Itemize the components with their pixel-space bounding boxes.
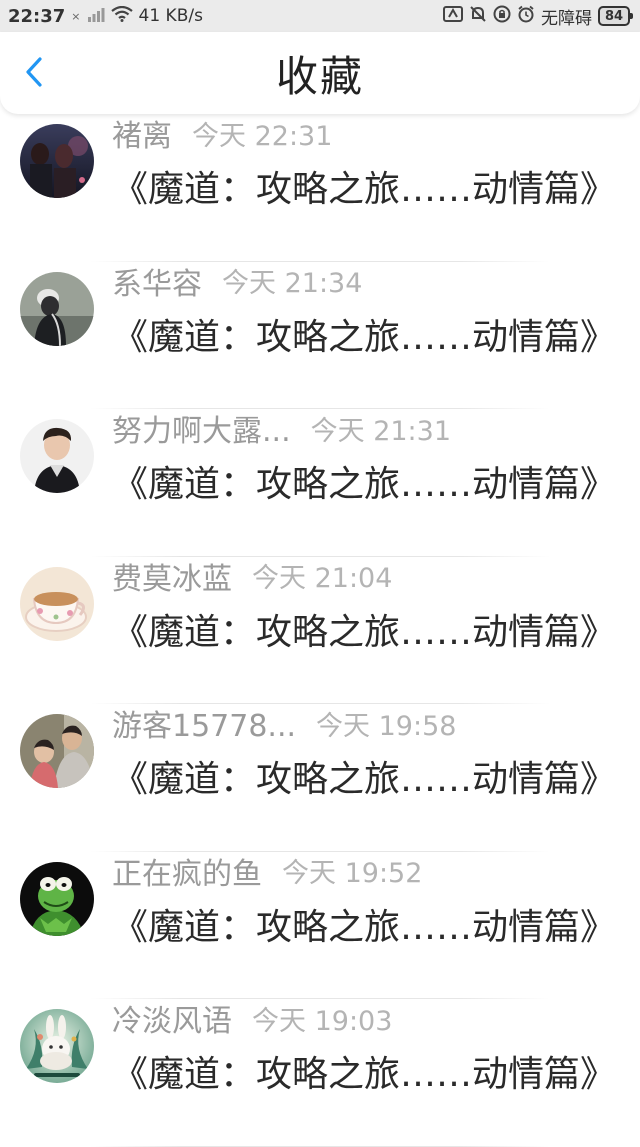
list-item[interactable]: 系华容 今天 21:34 《魔道：攻略之旅……动情篇》 xyxy=(0,262,640,409)
battery-icon: 84 xyxy=(598,6,633,26)
list-item[interactable]: 正在疯的鱼 今天 19:52 《魔道：攻略之旅……动情篇》 xyxy=(0,852,640,999)
page-title: 收藏 xyxy=(275,51,364,101)
timestamp: 今天 19:52 xyxy=(282,858,423,889)
timestamp: 今天 22:31 xyxy=(192,120,333,152)
username: 费莫冰蓝 xyxy=(112,561,232,597)
item-title: 《魔道：攻略之旅……动情篇》 xyxy=(112,464,617,505)
avatar-man-portrait xyxy=(20,419,94,493)
avatar-couple-night xyxy=(20,124,94,198)
signal-icon xyxy=(87,6,105,27)
timestamp: 今天 21:04 xyxy=(252,563,393,594)
favorites-list: 褚离 今天 22:31 《魔道：攻略之旅……动情篇》 系华容 今天 21:34 … xyxy=(0,114,640,1147)
item-title: 《魔道：攻略之旅……动情篇》 xyxy=(112,611,617,653)
avatar-rabbit-illustration xyxy=(20,1009,94,1083)
timestamp: 今天 21:31 xyxy=(310,415,452,447)
avatar-green-frog xyxy=(20,861,94,936)
avatar-family-photo xyxy=(20,714,94,788)
item-title: 《魔道：攻略之旅……动情篇》 xyxy=(112,906,617,948)
list-item[interactable]: 游客15778... 今天 19:58 《魔道：攻略之旅……动情篇》 xyxy=(0,704,640,852)
wifi-icon xyxy=(110,5,133,27)
list-item[interactable]: 冷淡风语 今天 19:03 《魔道：攻略之旅……动情篇》 xyxy=(0,999,640,1147)
network-speed: 41 KB/s xyxy=(138,6,203,26)
accessibility-mode-label: 无障碍 xyxy=(541,8,592,29)
timestamp: 今天 19:58 xyxy=(316,710,457,742)
accessibility-icon xyxy=(443,5,463,28)
item-title: 《魔道：攻略之旅……动情篇》 xyxy=(112,169,617,210)
sim-no-service-icon: × xyxy=(71,9,81,23)
chevron-left-icon xyxy=(26,57,42,87)
list-item[interactable]: 褚离 今天 22:31 《魔道：攻略之旅……动情篇》 xyxy=(0,114,640,262)
item-title: 《魔道：攻略之旅……动情篇》 xyxy=(112,316,617,358)
timestamp: 今天 19:03 xyxy=(252,1005,393,1037)
timestamp: 今天 21:34 xyxy=(222,268,363,299)
username: 正在疯的鱼 xyxy=(112,856,262,892)
list-item[interactable]: 费莫冰蓝 今天 21:04 《魔道：攻略之旅……动情篇》 xyxy=(0,557,640,704)
lock-rotation-icon xyxy=(493,5,511,28)
status-time: 22:37 xyxy=(8,5,66,27)
username: 系华容 xyxy=(112,266,202,302)
item-title: 《魔道：攻略之旅……动情篇》 xyxy=(112,1054,617,1095)
alarm-icon xyxy=(517,5,535,28)
list-item[interactable]: 努力啊大露... 今天 21:31 《魔道：攻略之旅……动情篇》 xyxy=(0,409,640,557)
avatar-girl-cap xyxy=(20,271,94,346)
back-button[interactable] xyxy=(18,56,50,88)
username: 游客15778... xyxy=(112,709,297,744)
username: 努力啊大露... xyxy=(112,414,291,449)
username: 冷淡风语 xyxy=(112,1004,232,1039)
bell-muted-icon xyxy=(469,5,487,28)
item-title: 《魔道：攻略之旅……动情篇》 xyxy=(112,759,617,800)
username: 褚离 xyxy=(112,119,172,154)
nav-header: 收藏 xyxy=(0,32,640,114)
avatar-teacup xyxy=(20,566,94,641)
status-bar: 22:37 × 41 KB/s 无障碍 84 xyxy=(0,0,640,32)
divider xyxy=(90,1145,550,1147)
